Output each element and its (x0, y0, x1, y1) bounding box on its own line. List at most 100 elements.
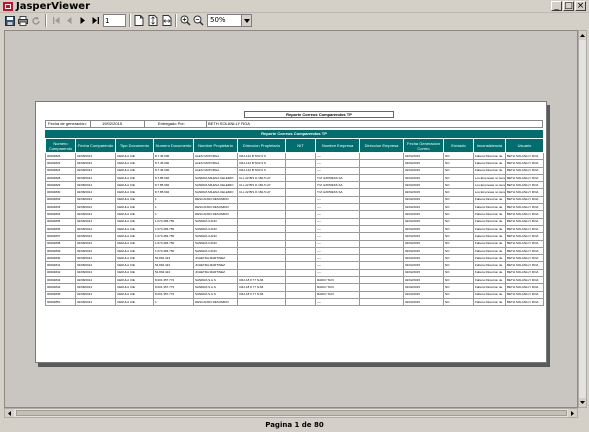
zoom-select[interactable]: 50% (207, 14, 252, 27)
table-cell: NO (443, 276, 474, 285)
table-cell: 00004838 (45, 239, 76, 248)
actual-size-icon (134, 15, 144, 26)
toolbar-separator (129, 14, 131, 27)
maximize-button[interactable]: □ (563, 1, 574, 11)
report-page: Reporte Correos Comparendos TP Fecha de … (35, 101, 547, 363)
save-button[interactable] (4, 14, 16, 27)
table-cell: BETH.SOLANLLY ROA (505, 181, 544, 190)
fit-page-button[interactable] (147, 14, 159, 27)
header-divider (206, 121, 207, 127)
zoom-dropdown-arrow[interactable] (241, 15, 251, 26)
table-cell: 02/08/2014 (75, 173, 116, 183)
report-viewport[interactable]: Reporte Correos Comparendos TP Fecha de … (4, 30, 578, 408)
table-row: 00004842 02/08/2014 CEDULA CIE 52.894.424 JO… (45, 268, 544, 278)
table-cell: CEDULA CIE (115, 217, 154, 226)
fit-width-button[interactable] (161, 14, 173, 27)
previous-page-button[interactable] (63, 14, 75, 27)
table-cell: NO (443, 195, 474, 205)
arrow-up-icon (580, 34, 585, 37)
minimize-button[interactable]: _ (551, 1, 562, 11)
last-page-button[interactable] (89, 14, 101, 27)
close-button[interactable]: × (575, 1, 586, 11)
table-cell: 00004830 (45, 188, 76, 197)
table-cell: CEDULA CIE (115, 254, 154, 263)
title-bar[interactable]: JasperViewer _ □ × (0, 0, 589, 13)
table-cell (285, 217, 316, 226)
table-cell: ---- (315, 195, 360, 205)
table-cell: 02/08/2014 (75, 188, 116, 197)
zoom-in-button[interactable] (179, 14, 191, 27)
table-cell (285, 210, 316, 219)
table-cell: 02/02/2015 (403, 246, 444, 256)
table-cell (359, 239, 404, 248)
table-cell: ALEXI MATORGA (193, 151, 238, 161)
table-cell: 02/08/2014 (75, 210, 116, 219)
table-cell: ---- (315, 166, 360, 175)
table-cell (359, 188, 404, 197)
table-cell (359, 203, 404, 212)
first-page-button[interactable] (50, 14, 62, 27)
table-cell: ---- (315, 224, 360, 234)
table-cell: Falta la Direccion de (473, 297, 506, 307)
horizontal-scrollbar[interactable] (4, 408, 578, 418)
table-cell: ALEXI MATORGA (193, 166, 238, 175)
table-cell: 02/08/2014 (75, 239, 116, 248)
table-cell: 00004840 (45, 254, 76, 263)
vertical-scrollbar[interactable] (578, 30, 587, 408)
arrow-down-icon (580, 401, 585, 404)
scroll-left-button[interactable] (5, 409, 14, 417)
table-cell: SANDRA S.A.S (193, 283, 238, 292)
table-cell: Falta la Direccion de (473, 195, 506, 205)
table-cell: BETH.SOLANLLY ROA (505, 173, 544, 183)
table-cell: ---- (315, 268, 360, 278)
table-cell (285, 173, 316, 183)
table-cell: 1.073.484.750 (153, 246, 194, 256)
table-cell: BETH.SOLANLLY ROA (505, 268, 544, 278)
zoom-out-button[interactable] (192, 14, 204, 27)
table-cell: SANDRA CANO (193, 239, 238, 248)
table-cell: CEDULA CIE (115, 195, 154, 205)
table-cell: 02/02/2015 (403, 290, 444, 299)
table-cell: ---- (315, 297, 360, 307)
table-cell (359, 290, 404, 299)
page-number-input[interactable] (103, 14, 126, 27)
table-cell: ---- (315, 246, 360, 256)
table-header-row: Numero Comparendo Fecha Comparendo Tipo Do… (45, 138, 544, 153)
table-cell: 02/02/2015 (403, 166, 444, 175)
table-row: 00004834 02/08/2014 CEDULA CIE 1 DESCANSO RE… (45, 210, 544, 219)
table-cell: ---- (315, 159, 360, 168)
table-cell: CEDULA CIE (115, 246, 154, 256)
column-header: Direccion Empresa (359, 138, 404, 153)
table-cell (237, 217, 286, 226)
table-cell: CRA 18 # 77 N-66 (237, 276, 286, 285)
table-cell (359, 254, 404, 263)
table-cell: 02/02/2015 (403, 254, 444, 263)
table-cell: ---- (315, 217, 360, 226)
previous-page-icon (66, 17, 71, 24)
table-cell: BETH.SOLANLLY ROA (505, 224, 544, 234)
table-row: 00004843 02/08/2014 CEDULA CIE 8.001.357.77… (45, 276, 544, 285)
print-button[interactable] (17, 14, 29, 27)
table-cell: 8.001.357.772 (153, 290, 194, 299)
table-cell: Falta la Direccion de (473, 217, 506, 226)
table-cell: CEDULA CIE (115, 181, 154, 190)
table-cell: 1 (153, 210, 194, 219)
actual-size-button[interactable] (133, 14, 145, 27)
scroll-down-button[interactable] (579, 398, 586, 407)
table-cell: BETH.SOLANLLY ROA (505, 261, 544, 270)
table-cell: DESCANSO RESUMIDO (193, 297, 238, 307)
table-cell: BETH.SOLANLLY ROA (505, 159, 544, 168)
horizontal-scroll-thumb[interactable] (16, 410, 567, 416)
reload-button[interactable] (30, 14, 42, 27)
table-cell (285, 203, 316, 212)
scroll-up-button[interactable] (579, 31, 586, 40)
table-cell: BETH.SOLANLLY ROA (505, 290, 544, 299)
table-cell: CEDULA CIE (115, 290, 154, 299)
table-row: 00004829 02/08/2014 CEDULA CIE 8.7.85.992 SA… (45, 181, 544, 190)
table-cell: 02/02/2015 (403, 151, 444, 161)
next-page-button[interactable] (76, 14, 88, 27)
table-cell: ---- (315, 151, 360, 161)
table-cell (285, 239, 316, 248)
status-bar: Pagina 1 de 80 (0, 419, 589, 432)
scroll-right-button[interactable] (568, 409, 577, 417)
